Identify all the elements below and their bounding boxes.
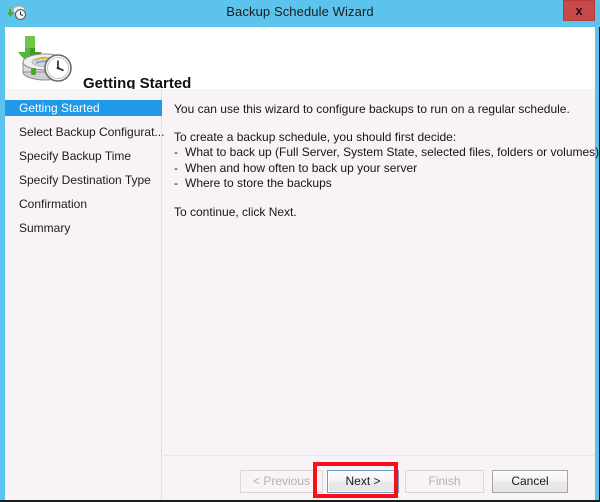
decide-bullet-list: - What to back up (Full Server, System St… (174, 145, 599, 192)
title-bar: Backup Schedule Wizard x (0, 0, 600, 27)
sidebar-item-select-backup-configuration[interactable]: Select Backup Configurat... (5, 124, 164, 140)
bullet-item: - What to back up (Full Server, System St… (174, 145, 599, 161)
sidebar-step-list: Getting Started Select Backup Configurat… (5, 100, 164, 244)
previous-button[interactable]: < Previous (240, 470, 323, 493)
wizard-header: Getting Started (5, 27, 595, 92)
bullet-text: When and how often to back up your serve… (185, 160, 418, 175)
sidebar-item-getting-started[interactable]: Getting Started (5, 100, 162, 116)
bullet-marker: - (174, 176, 178, 190)
wizard-button-bar: < Previous Next > Finish Cancel (163, 456, 595, 500)
continue-paragraph: To continue, click Next. (174, 204, 297, 219)
bullet-text: What to back up (Full Server, System Sta… (185, 145, 600, 159)
wizard-step-sidebar: Getting Started Select Backup Configurat… (5, 89, 164, 500)
sidebar-item-confirmation[interactable]: Confirmation (5, 196, 162, 212)
cancel-button[interactable]: Cancel (492, 470, 568, 493)
bullet-item: - Where to store the backups (174, 176, 589, 192)
close-icon[interactable]: x (563, 0, 595, 21)
bullet-marker: - (174, 160, 178, 175)
decide-heading: To create a backup schedule, you should … (174, 130, 457, 144)
wizard-body: Getting Started Select Backup Configurat… (5, 89, 599, 500)
next-button[interactable]: Next > (327, 470, 399, 493)
sidebar-item-specify-backup-time[interactable]: Specify Backup Time (5, 148, 162, 164)
backup-disk-clock-icon (13, 32, 75, 84)
wizard-window: Backup Schedule Wizard x Getting Started… (0, 0, 600, 502)
bullet-marker: - (174, 145, 178, 159)
wizard-content-pane: You can use this wizard to configure bac… (163, 89, 599, 500)
window-title: Backup Schedule Wizard (226, 4, 374, 19)
finish-button[interactable]: Finish (405, 470, 484, 493)
bullet-item: - When and how often to back up your serv… (174, 161, 589, 177)
sidebar-item-summary[interactable]: Summary (5, 220, 162, 236)
intro-paragraph: You can use this wizard to configure bac… (174, 102, 570, 116)
content-text-block: You can use this wizard to configure bac… (174, 102, 599, 220)
bullet-text: Where to store the backups (185, 176, 332, 190)
sidebar-item-specify-destination-type[interactable]: Specify Destination Type (5, 172, 162, 188)
